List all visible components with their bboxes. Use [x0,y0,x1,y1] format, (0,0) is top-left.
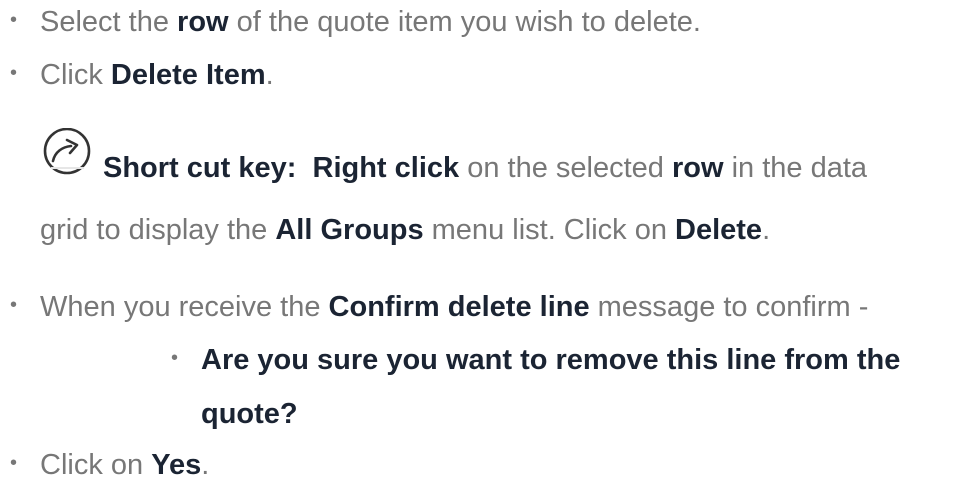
bullet-dot: • [10,294,18,316]
shortcut-row: row [671,152,724,184]
bullet-dot: • [10,62,18,84]
step-emphasis: Confirm delete line [328,291,590,323]
shortcut-text: menu list. Click on [423,214,676,246]
shortcut-text: grid to display the [40,214,276,246]
delete-label: Delete [675,214,763,246]
step-text: of the quote item you wish to delete. [228,6,701,38]
step-text: Click on [40,449,152,481]
bullet-dot: • [10,9,18,31]
shortcut-label: Short cut key: [103,152,297,184]
step-select-row: Select the row of the quote item you wis… [40,4,701,40]
shortcut-line-2: grid to display the All Groups menu list… [40,212,770,248]
shortcut-line-1: Short cut key: Right click on the select… [103,150,867,186]
bullet-dot: • [10,452,18,474]
sub-bullet-dot: • [171,347,179,369]
step-confirm-delete: When you receive the Confirm delete line… [40,289,868,325]
step-text: message to confirm - [589,291,869,323]
step-emphasis: Delete Item [110,59,266,91]
shortcut-text: . [762,214,771,246]
confirm-question-line-1: Are you sure you want to remove this lin… [201,344,901,376]
step-click-yes: Click on Yes. [40,447,209,483]
step-click-delete-item: Click Delete Item. [40,57,274,93]
shortcut-text: in the data [723,152,868,184]
step-text: When you receive the [40,291,329,323]
step-text: . [201,449,210,481]
shortcut-action: Right click [312,152,460,184]
shortcut-arrow-icon [43,128,91,175]
step-text: . [265,59,274,91]
menu-name: All Groups [275,214,424,246]
shortcut-text: on the selected [459,152,672,184]
step-text: Click [40,59,111,91]
step-text: Select the [40,6,178,38]
step-emphasis: row [177,6,229,38]
step-emphasis: Yes [151,449,202,481]
confirm-question-line-2: quote? [201,398,298,430]
